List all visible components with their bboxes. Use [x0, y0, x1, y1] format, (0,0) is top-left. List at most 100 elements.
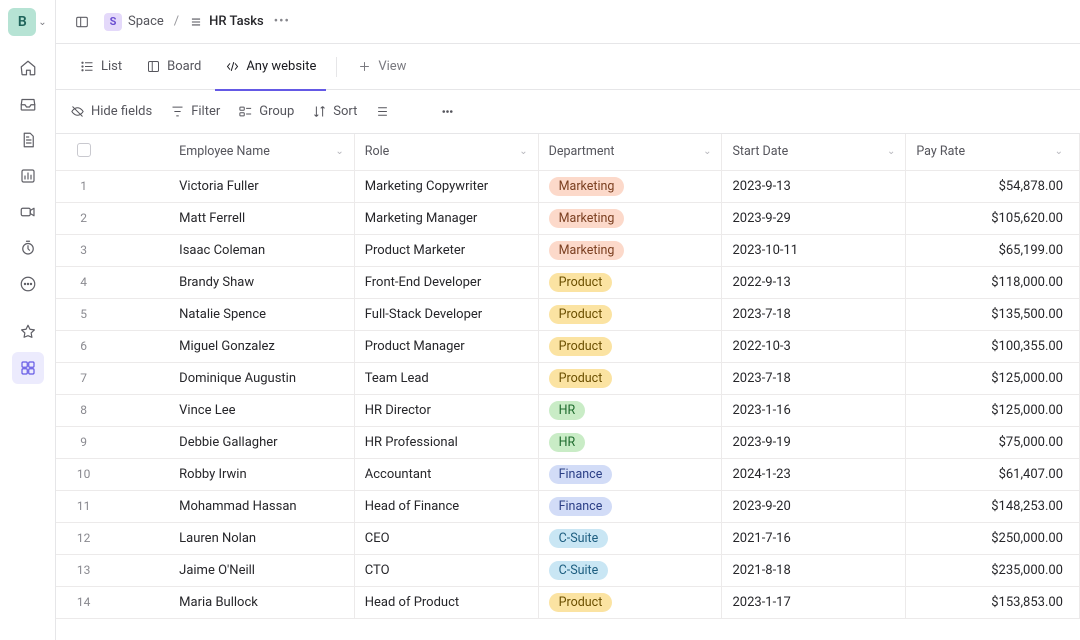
table-row[interactable]: 9Debbie GallagherHR ProfessionalHR2023-9…: [56, 426, 1080, 458]
table-row[interactable]: 3Isaac ColemanProduct MarketerMarketing2…: [56, 234, 1080, 266]
cell-start-date[interactable]: 2023-9-19: [722, 426, 906, 458]
table-row[interactable]: 14Maria BullockHead of ProductProduct202…: [56, 586, 1080, 618]
column-header-pay[interactable]: Pay Rate⌄: [906, 134, 1080, 170]
group-button[interactable]: Group: [238, 104, 294, 119]
table-row[interactable]: 6Miguel GonzalezProduct ManagerProduct20…: [56, 330, 1080, 362]
cell-name[interactable]: Isaac Coleman: [111, 234, 354, 266]
cell-role[interactable]: CEO: [354, 522, 538, 554]
cell-pay-rate[interactable]: $135,500.00: [906, 298, 1080, 330]
cell-start-date[interactable]: 2023-9-29: [722, 202, 906, 234]
cell-pay-rate[interactable]: $125,000.00: [906, 394, 1080, 426]
cell-name[interactable]: Jaime O'Neill: [111, 554, 354, 586]
cell-department[interactable]: Marketing: [538, 170, 722, 202]
table-row[interactable]: 7Dominique AugustinTeam LeadProduct2023-…: [56, 362, 1080, 394]
tab-board[interactable]: Board: [136, 44, 211, 90]
cell-pay-rate[interactable]: $125,000.00: [906, 362, 1080, 394]
table-row[interactable]: 8Vince LeeHR DirectorHR2023-1-16$125,000…: [56, 394, 1080, 426]
sort-button[interactable]: Sort: [312, 104, 357, 119]
cell-department[interactable]: C-Suite: [538, 554, 722, 586]
table-row[interactable]: 4Brandy ShawFront-End DeveloperProduct20…: [56, 266, 1080, 298]
cell-start-date[interactable]: 2023-1-16: [722, 394, 906, 426]
cell-start-date[interactable]: 2022-10-3: [722, 330, 906, 362]
cell-department[interactable]: HR: [538, 394, 722, 426]
row-height-button[interactable]: [375, 104, 390, 119]
more-icon[interactable]: [12, 268, 44, 300]
cell-role[interactable]: HR Professional: [354, 426, 538, 458]
cell-start-date[interactable]: 2021-8-18: [722, 554, 906, 586]
cell-role[interactable]: Full-Stack Developer: [354, 298, 538, 330]
cell-pay-rate[interactable]: $148,253.00: [906, 490, 1080, 522]
cell-role[interactable]: HR Director: [354, 394, 538, 426]
cell-start-date[interactable]: 2023-1-17: [722, 586, 906, 618]
table-row[interactable]: 13Jaime O'NeillCTOC-Suite2021-8-18$235,0…: [56, 554, 1080, 586]
home-icon[interactable]: [12, 52, 44, 84]
cell-department[interactable]: Marketing: [538, 234, 722, 266]
cell-pay-rate[interactable]: $54,878.00: [906, 170, 1080, 202]
cell-pay-rate[interactable]: $75,000.00: [906, 426, 1080, 458]
cell-start-date[interactable]: 2023-9-13: [722, 170, 906, 202]
cell-name[interactable]: Brandy Shaw: [111, 266, 354, 298]
cell-pay-rate[interactable]: $250,000.00: [906, 522, 1080, 554]
tab-add-view[interactable]: View: [347, 44, 416, 90]
filter-button[interactable]: Filter: [170, 104, 220, 119]
select-all-checkbox[interactable]: [77, 143, 91, 157]
cell-start-date[interactable]: 2023-9-20: [722, 490, 906, 522]
table-row[interactable]: 12Lauren NolanCEOC-Suite2021-7-16$250,00…: [56, 522, 1080, 554]
video-icon[interactable]: [12, 196, 44, 228]
cell-department[interactable]: Product: [538, 586, 722, 618]
cell-department[interactable]: Product: [538, 266, 722, 298]
workspace-switcher[interactable]: B ⌄: [8, 8, 46, 36]
table-row[interactable]: 11Mohammad HassanHead of FinanceFinance2…: [56, 490, 1080, 522]
cell-role[interactable]: Head of Product: [354, 586, 538, 618]
column-header-date[interactable]: Start Date⌄: [722, 134, 906, 170]
breadcrumb-page[interactable]: HR Tasks: [189, 14, 264, 29]
cell-department[interactable]: Product: [538, 298, 722, 330]
sidebar-toggle-icon[interactable]: [70, 10, 94, 34]
timer-icon[interactable]: [12, 232, 44, 264]
cell-department[interactable]: C-Suite: [538, 522, 722, 554]
breadcrumb-space[interactable]: S Space: [104, 13, 164, 31]
cell-name[interactable]: Victoria Fuller: [111, 170, 354, 202]
cell-department[interactable]: HR: [538, 426, 722, 458]
apps-icon[interactable]: [12, 352, 44, 384]
cell-start-date[interactable]: 2021-7-16: [722, 522, 906, 554]
cell-start-date[interactable]: 2022-9-13: [722, 266, 906, 298]
column-header-select[interactable]: [56, 134, 111, 170]
cell-pay-rate[interactable]: $100,355.00: [906, 330, 1080, 362]
toolbar-more-icon[interactable]: [440, 104, 455, 119]
cell-pay-rate[interactable]: $118,000.00: [906, 266, 1080, 298]
tab-list[interactable]: List: [70, 44, 132, 90]
table-row[interactable]: 1Victoria FullerMarketing CopywriterMark…: [56, 170, 1080, 202]
chart-icon[interactable]: [12, 160, 44, 192]
cell-pay-rate[interactable]: $153,853.00: [906, 586, 1080, 618]
cell-start-date[interactable]: 2023-7-18: [722, 362, 906, 394]
cell-role[interactable]: Product Marketer: [354, 234, 538, 266]
star-icon[interactable]: [12, 316, 44, 348]
cell-role[interactable]: CTO: [354, 554, 538, 586]
cell-name[interactable]: Vince Lee: [111, 394, 354, 426]
inbox-icon[interactable]: [12, 88, 44, 120]
cell-role[interactable]: Product Manager: [354, 330, 538, 362]
cell-role[interactable]: Marketing Copywriter: [354, 170, 538, 202]
cell-role[interactable]: Head of Finance: [354, 490, 538, 522]
cell-department[interactable]: Product: [538, 362, 722, 394]
cell-pay-rate[interactable]: $61,407.00: [906, 458, 1080, 490]
column-header-name[interactable]: Employee Name⌄: [111, 134, 354, 170]
cell-pay-rate[interactable]: $235,000.00: [906, 554, 1080, 586]
cell-name[interactable]: Maria Bullock: [111, 586, 354, 618]
cell-name[interactable]: Matt Ferrell: [111, 202, 354, 234]
table-row[interactable]: 2Matt FerrellMarketing ManagerMarketing2…: [56, 202, 1080, 234]
table-row[interactable]: 5Natalie SpenceFull-Stack DeveloperProdu…: [56, 298, 1080, 330]
cell-department[interactable]: Finance: [538, 458, 722, 490]
column-header-role[interactable]: Role⌄: [354, 134, 538, 170]
cell-start-date[interactable]: 2023-7-18: [722, 298, 906, 330]
cell-department[interactable]: Finance: [538, 490, 722, 522]
cell-role[interactable]: Marketing Manager: [354, 202, 538, 234]
cell-name[interactable]: Natalie Spence: [111, 298, 354, 330]
cell-start-date[interactable]: 2023-10-11: [722, 234, 906, 266]
cell-start-date[interactable]: 2024-1-23: [722, 458, 906, 490]
tab-anywebsite[interactable]: Any website: [215, 44, 326, 90]
breadcrumb-more-icon[interactable]: •••: [274, 14, 290, 29]
cell-name[interactable]: Lauren Nolan: [111, 522, 354, 554]
document-icon[interactable]: [12, 124, 44, 156]
